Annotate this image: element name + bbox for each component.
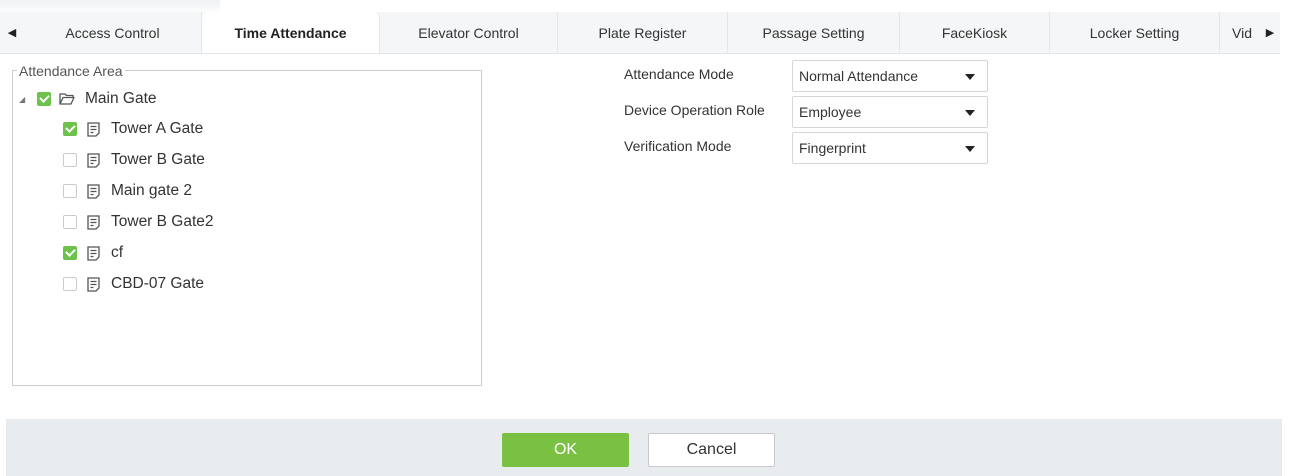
tab-video[interactable]: Vid <box>1220 12 1260 53</box>
tab-scroll-left-icon[interactable]: ◀ <box>0 12 24 53</box>
tab-access-control[interactable]: Access Control <box>24 12 202 53</box>
tree-node-root[interactable]: ◢ Main Gate <box>19 89 157 109</box>
dropdown-caret-icon <box>965 74 975 80</box>
cancel-button[interactable]: Cancel <box>648 433 775 467</box>
tree-checkbox[interactable] <box>63 184 77 198</box>
tree-node-label: Tower B Gate2 <box>111 213 214 230</box>
tab-list: Access Control Time Attendance Elevator … <box>24 12 1260 53</box>
verification-mode-select[interactable]: Fingerprint <box>792 132 988 164</box>
tab-passage-setting[interactable]: Passage Setting <box>728 12 900 53</box>
tab-bar: ◀ Access Control Time Attendance Elevato… <box>0 12 1280 54</box>
attendance-mode-select[interactable]: Normal Attendance <box>792 60 988 92</box>
tree-node-label: Tower B Gate <box>111 151 205 168</box>
device-operation-role-select[interactable]: Employee <box>792 96 988 128</box>
tree-node-child[interactable]: CBD-07 Gate <box>63 274 204 294</box>
tree-node-label: CBD-07 Gate <box>111 275 205 292</box>
tree-node-child[interactable]: cf <box>63 243 123 263</box>
tree-checkbox[interactable] <box>37 92 51 106</box>
document-icon <box>85 276 101 292</box>
tree-node-label: Main gate 2 <box>111 182 192 199</box>
tree-node-label: cf <box>111 244 124 261</box>
verification-mode-label: Verification Mode <box>624 138 732 154</box>
tree-checkbox[interactable] <box>63 153 77 167</box>
attendance-area-legend: Attendance Area <box>17 63 125 79</box>
tree-node-child[interactable]: Tower B Gate <box>63 150 205 170</box>
tree-checkbox[interactable] <box>63 122 77 136</box>
dialog-footer <box>6 419 1282 476</box>
tab-facekiosk[interactable]: FaceKiosk <box>900 12 1050 53</box>
tab-plate-register[interactable]: Plate Register <box>558 12 728 53</box>
verification-mode-value: Fingerprint <box>799 140 866 156</box>
ok-button[interactable]: OK <box>502 433 629 467</box>
device-operation-role-value: Employee <box>799 104 862 120</box>
dropdown-caret-icon <box>965 110 975 116</box>
tree-checkbox[interactable] <box>63 277 77 291</box>
document-icon <box>85 152 101 168</box>
tab-scroll-right-icon[interactable]: ▶ <box>1260 12 1280 53</box>
collapse-triangle-icon[interactable]: ◢ <box>19 95 29 104</box>
tree-node-child[interactable]: Main gate 2 <box>63 181 192 201</box>
tree-node-child[interactable]: Tower B Gate2 <box>63 212 214 232</box>
document-icon <box>85 214 101 230</box>
tree-node-label: Main Gate <box>85 90 157 107</box>
attendance-mode-value: Normal Attendance <box>799 68 919 84</box>
tree-checkbox[interactable] <box>63 246 77 260</box>
tab-elevator-control[interactable]: Elevator Control <box>380 12 558 53</box>
device-operation-role-label: Device Operation Role <box>624 102 765 118</box>
dropdown-caret-icon <box>965 146 975 152</box>
tab-time-attendance[interactable]: Time Attendance <box>202 12 380 53</box>
tree-node-child[interactable]: Tower A Gate <box>63 119 203 139</box>
attendance-area-panel: Attendance Area ◢ Main Gate Tower A Gate… <box>12 63 482 386</box>
tree-checkbox[interactable] <box>63 215 77 229</box>
document-icon <box>85 245 101 261</box>
document-icon <box>85 183 101 199</box>
tree-node-label: Tower A Gate <box>111 120 204 137</box>
document-icon <box>85 121 101 137</box>
attendance-mode-label: Attendance Mode <box>624 66 734 82</box>
folder-open-icon <box>59 91 75 107</box>
tab-locker-setting[interactable]: Locker Setting <box>1050 12 1220 53</box>
